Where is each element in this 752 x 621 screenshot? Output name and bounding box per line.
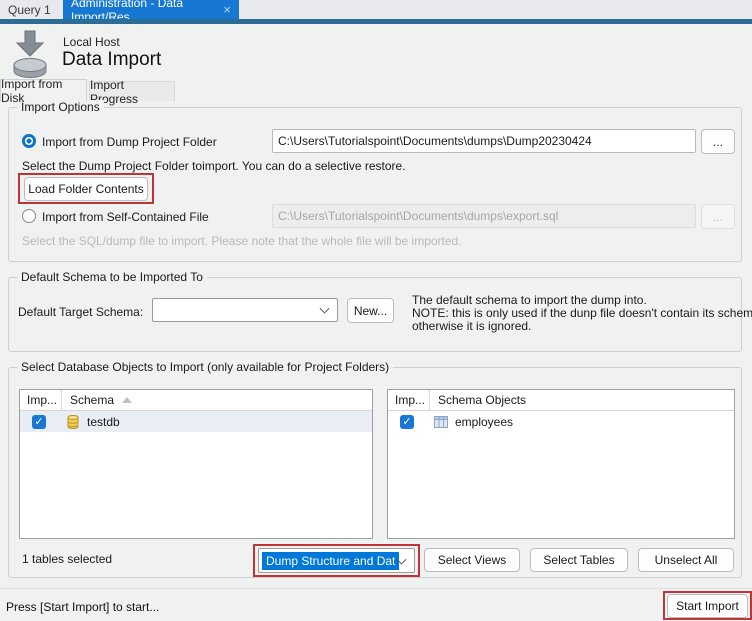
data-import-icon xyxy=(10,30,50,78)
file-help-text: Select the SQL/dump file to import. Plea… xyxy=(22,234,462,248)
select-tables-button[interactable]: Select Tables xyxy=(530,548,628,572)
close-tab-icon[interactable]: × xyxy=(223,3,231,16)
import-from-file-label: Import from Self-Contained File xyxy=(42,210,209,224)
folder-help-text: Select the Dump Project Folder toimport.… xyxy=(22,159,406,173)
select-views-button[interactable]: Select Views xyxy=(424,548,520,572)
database-icon xyxy=(65,414,81,430)
schema-object-name: employees xyxy=(455,415,513,429)
import-from-folder-label: Import from Dump Project Folder xyxy=(42,135,217,149)
schema-help-line-2: NOTE: this is only used if the dunp file… xyxy=(412,306,752,320)
active-tab-underline xyxy=(0,19,752,24)
table-icon xyxy=(433,414,449,430)
object-import-checkbox[interactable]: ✓ xyxy=(400,415,414,429)
default-schema-group-title: Default Schema to be Imported To xyxy=(17,270,207,284)
column-header-schema[interactable]: Schema xyxy=(62,393,132,407)
dump-type-selected-value: Dump Structure and Dat xyxy=(262,552,399,570)
schemas-table-header: Imp... Schema xyxy=(20,390,372,411)
sql-file-path-input: C:\Users\Tutorialspoint\Documents\dumps\… xyxy=(272,204,696,228)
host-label: Local Host xyxy=(63,35,120,49)
column-header-schema-objects[interactable]: Schema Objects xyxy=(430,393,526,407)
tab-query-1[interactable]: Query 1 xyxy=(0,0,60,19)
tab-import-from-disk-label: Import from Disk xyxy=(1,77,86,105)
unselect-all-button[interactable]: Unselect All xyxy=(638,548,734,572)
schema-object-row[interactable]: ✓ employees xyxy=(388,411,734,432)
schema-objects-table-header: Imp... Schema Objects xyxy=(388,390,734,411)
schema-help-line-3: otherwise it is ignored. xyxy=(412,319,531,333)
status-text: Press [Start Import] to start... xyxy=(6,600,159,614)
tab-import-progress[interactable]: Import Progress xyxy=(89,81,175,101)
page-title: Data Import xyxy=(62,49,161,71)
browse-folder-button[interactable]: ... xyxy=(701,129,735,154)
schema-help-line-1: The default schema to import the dump in… xyxy=(412,293,647,307)
import-from-folder-radio[interactable] xyxy=(22,134,36,148)
document-tabstrip: Query 1 Administration - Data Import/Res… xyxy=(0,0,752,19)
start-import-button[interactable]: Start Import xyxy=(667,594,748,618)
schema-name: testdb xyxy=(87,415,120,429)
tab-import-from-disk[interactable]: Import from Disk xyxy=(0,79,87,101)
select-objects-group-title: Select Database Objects to Import (only … xyxy=(17,360,393,374)
chevron-down-icon xyxy=(320,304,330,314)
schema-objects-table: Imp... Schema Objects ✓ employees xyxy=(387,389,735,539)
schema-import-checkbox[interactable]: ✓ xyxy=(32,415,46,429)
column-header-import-2[interactable]: Imp... xyxy=(388,390,430,411)
default-target-schema-label: Default Target Schema: xyxy=(18,305,143,319)
import-from-file-radio[interactable] xyxy=(22,209,36,223)
data-import-window: Query 1 Administration - Data Import/Res… xyxy=(0,0,752,621)
dump-type-combobox[interactable]: Dump Structure and Dat xyxy=(258,548,415,573)
load-folder-contents-button[interactable]: Load Folder Contents xyxy=(24,177,148,201)
schema-table-row[interactable]: ✓ testdb xyxy=(20,411,372,432)
footer-divider xyxy=(0,588,752,589)
column-header-import[interactable]: Imp... xyxy=(20,390,62,411)
tab-administration-data-import[interactable]: Administration - Data Import/Res... × xyxy=(63,0,239,19)
default-schema-combobox[interactable] xyxy=(152,298,338,322)
tab-query-1-label: Query 1 xyxy=(8,3,51,17)
tables-selected-count: 1 tables selected xyxy=(22,552,112,566)
browse-file-button: ... xyxy=(701,204,735,229)
schemas-table: Imp... Schema ✓ testdb xyxy=(19,389,373,539)
sort-ascending-icon xyxy=(122,397,132,403)
dump-folder-path-input[interactable]: C:\Users\Tutorialspoint\Documents\dumps\… xyxy=(272,129,696,153)
new-schema-button[interactable]: New... xyxy=(347,298,394,323)
